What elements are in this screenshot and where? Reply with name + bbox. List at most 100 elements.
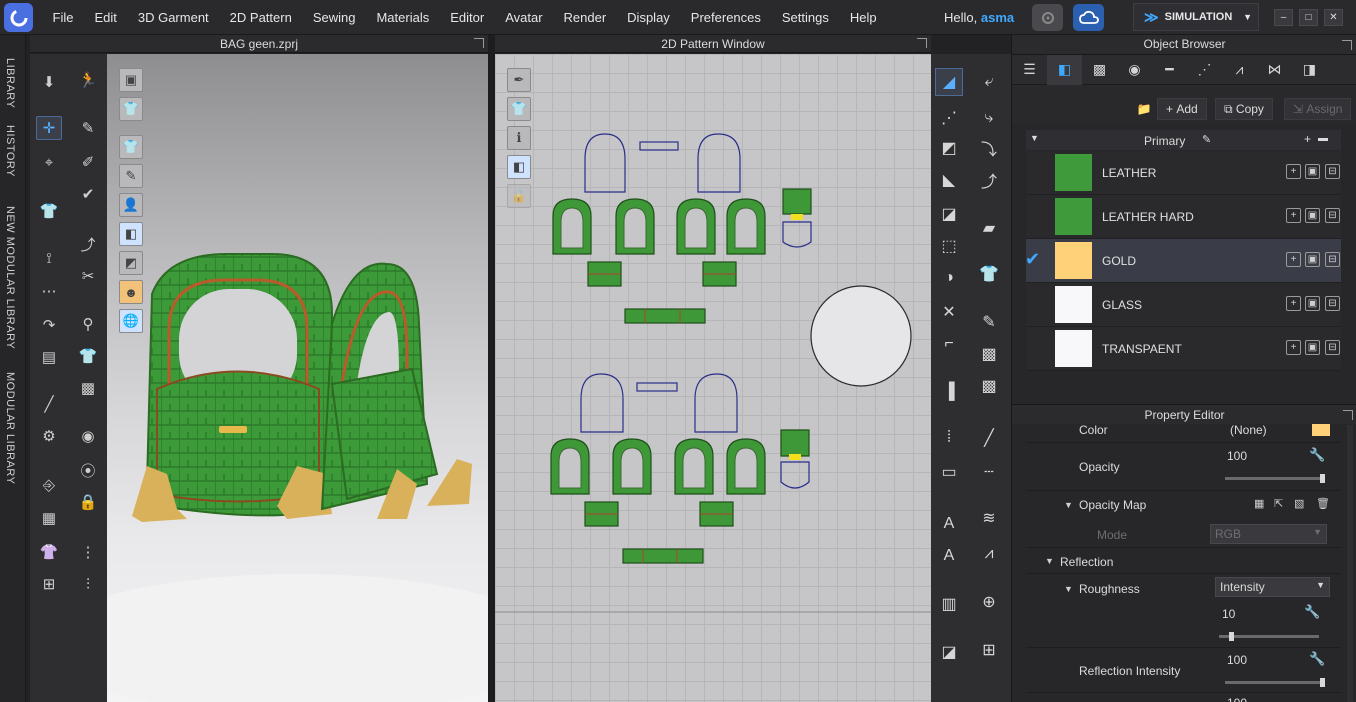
texture-tool-icon[interactable]: ▩ bbox=[75, 376, 101, 400]
apply-icon[interactable]: ▣ bbox=[1305, 208, 1320, 223]
maximize-icon[interactable] bbox=[474, 38, 484, 48]
apply-icon[interactable]: ▣ bbox=[1305, 252, 1320, 267]
measure-line-icon[interactable]: ▭ bbox=[935, 458, 963, 486]
zipper-tab-icon[interactable]: ⋈ bbox=[1257, 55, 1292, 85]
assign-button[interactable]: ⇲ Assign bbox=[1284, 98, 1352, 120]
button-tab-icon[interactable]: ◉ bbox=[1117, 55, 1152, 85]
cut-tool-icon[interactable]: ✂ bbox=[75, 264, 101, 288]
folder-icon[interactable]: 📁 bbox=[1134, 98, 1154, 120]
internal-shape-icon[interactable]: ⬚ bbox=[935, 232, 963, 260]
menu-2d-pattern[interactable]: 2D Pattern bbox=[219, 0, 302, 35]
wrench-icon[interactable]: 🔧 bbox=[1309, 447, 1325, 463]
mode-selector[interactable]: ≫ SIMULATION ▼ bbox=[1133, 3, 1259, 31]
graphic-tab-icon[interactable]: ▩ bbox=[1082, 55, 1117, 85]
fold-arrange-icon[interactable]: ▐ bbox=[935, 378, 963, 406]
expand-arrow-icon[interactable]: ▼ bbox=[1064, 584, 1073, 594]
roughness-value[interactable]: 10 bbox=[1222, 607, 1235, 621]
puckering-icon[interactable]: ⊕ bbox=[975, 588, 1003, 616]
share-button[interactable] bbox=[1032, 4, 1063, 31]
menu-display[interactable]: Display bbox=[617, 0, 681, 35]
apply-icon[interactable]: ▣ bbox=[1305, 340, 1320, 355]
open-file-icon[interactable]: ⇱ bbox=[1274, 497, 1283, 510]
menu-avatar[interactable]: Avatar bbox=[495, 0, 553, 35]
material-group-header[interactable]: ▼ Primary ✎ + ▬ bbox=[1026, 130, 1341, 150]
gift-icon[interactable]: ⊞ bbox=[36, 572, 62, 596]
stitch-icon[interactable]: ⩘ bbox=[975, 540, 1003, 568]
delete-icon[interactable]: ⊟ bbox=[1325, 340, 1340, 355]
buttonhole-icon[interactable]: ⦿ bbox=[75, 458, 101, 482]
wrench-icon[interactable]: 🔧 bbox=[1304, 604, 1320, 620]
rectangle-icon[interactable]: ◣ bbox=[935, 166, 963, 194]
delete-icon[interactable]: ⊟ bbox=[1325, 252, 1340, 267]
transform-icon[interactable]: ◩ bbox=[935, 134, 963, 162]
dart-icon[interactable]: ◑ bbox=[935, 264, 963, 292]
trim-tab-icon[interactable]: ◨ bbox=[1292, 55, 1327, 85]
delete-icon[interactable]: ⊟ bbox=[1325, 296, 1340, 311]
select-mesh-icon[interactable]: ⌖ bbox=[36, 150, 62, 174]
zigzag-icon[interactable]: ≋ bbox=[975, 504, 1003, 532]
measure-icon[interactable]: ⋯ bbox=[36, 279, 62, 303]
mode-select[interactable]: RGB ▼ bbox=[1210, 524, 1327, 544]
copy-button[interactable]: ⧉ Copy bbox=[1215, 98, 1273, 120]
material-row[interactable]: GLASS + ▣ ⊟ bbox=[1026, 283, 1341, 327]
layer-icon[interactable]: ◪ bbox=[935, 638, 963, 666]
text-icon[interactable]: A bbox=[935, 510, 963, 538]
fitting-icon[interactable]: ⚙ bbox=[36, 424, 62, 448]
segment-sew-icon[interactable]: ✕ bbox=[935, 298, 963, 326]
pen-tool-icon[interactable]: ✐ bbox=[75, 150, 101, 174]
tab-history[interactable]: HISTORY bbox=[4, 125, 16, 177]
material-row-selected[interactable]: ✔ GOLD + ▣ ⊟ bbox=[1025, 239, 1341, 283]
apply-icon[interactable]: ▣ bbox=[1305, 296, 1320, 311]
line-icon[interactable]: ╱ bbox=[36, 392, 62, 416]
m-n-sew-icon[interactable]: ⤵ bbox=[975, 134, 1003, 162]
lock-tool-icon[interactable]: 🔒 bbox=[75, 490, 101, 514]
tape-icon[interactable]: ▤ bbox=[36, 345, 62, 369]
iron-icon[interactable]: ▰ bbox=[975, 214, 1003, 242]
panel-divider[interactable] bbox=[488, 35, 495, 702]
add-to-pattern-icon[interactable]: + bbox=[1286, 340, 1301, 355]
app-logo-icon[interactable] bbox=[4, 3, 33, 32]
menu-sewing[interactable]: Sewing bbox=[302, 0, 366, 35]
topstitch-tab-icon[interactable]: ⋰ bbox=[1187, 55, 1222, 85]
check-sew-icon[interactable]: ⤴ bbox=[975, 166, 1003, 194]
add-button[interactable]: + Add bbox=[1157, 98, 1207, 120]
shirt-icon[interactable]: 👚 bbox=[36, 540, 62, 564]
add-to-pattern-icon[interactable]: + bbox=[1286, 164, 1301, 179]
avatar-pose-icon[interactable]: 🏃 bbox=[75, 68, 101, 92]
zipper-slider-icon[interactable]: ⫶ bbox=[75, 572, 101, 596]
maximize-icon[interactable] bbox=[917, 38, 927, 48]
menu-edit[interactable]: Edit bbox=[84, 0, 127, 35]
zipper-icon[interactable]: ⋮ bbox=[75, 540, 101, 564]
menu-render[interactable]: Render bbox=[553, 0, 617, 35]
add-to-pattern-icon[interactable]: + bbox=[1286, 296, 1301, 311]
opacity-value[interactable]: 100 bbox=[1227, 449, 1247, 463]
tab-modular-library[interactable]: MODULAR LIBRARY bbox=[4, 372, 16, 484]
menu-materials[interactable]: Materials bbox=[366, 0, 440, 35]
collapse-arrow-icon[interactable]: ▼ bbox=[1030, 133, 1039, 143]
buttonhole-tab-icon[interactable]: ━ bbox=[1152, 55, 1187, 85]
trash-icon[interactable]: 🗑 bbox=[1316, 497, 1330, 510]
sewing-icon[interactable]: ⤶ bbox=[975, 68, 1003, 96]
add-to-pattern-icon[interactable]: + bbox=[1286, 252, 1301, 267]
shirt-tool-icon[interactable]: 👕 bbox=[75, 344, 101, 368]
grid-icon[interactable]: ▥ bbox=[935, 590, 963, 618]
3d-viewport[interactable]: ▣ 👕 👕 ✎ 👤 ◧ ◩ ☻ 🌐 bbox=[107, 54, 488, 702]
fold-icon[interactable]: ↷ bbox=[36, 313, 62, 337]
roughness-slider[interactable] bbox=[1219, 632, 1319, 641]
tuck-icon[interactable]: ▦ bbox=[36, 506, 62, 530]
fabric-tab-icon[interactable]: ◧ bbox=[1047, 54, 1082, 85]
edit-point-icon[interactable]: ⋰ bbox=[935, 104, 963, 132]
button-place-icon[interactable]: ◉ bbox=[75, 424, 101, 448]
dashed-line-icon[interactable]: ┄ bbox=[975, 458, 1003, 486]
username[interactable]: asma bbox=[981, 10, 1014, 25]
cloud-button[interactable] bbox=[1073, 4, 1104, 31]
menu-preferences[interactable]: Preferences bbox=[680, 0, 771, 35]
maximize-icon[interactable] bbox=[1343, 410, 1353, 420]
tab-new-modular-library[interactable]: NEW MODULAR LIBRARY bbox=[4, 206, 16, 349]
maximize-icon[interactable] bbox=[1342, 40, 1352, 50]
delete-icon[interactable]: ⊟ bbox=[1325, 164, 1340, 179]
add-group-icon[interactable]: + bbox=[1304, 132, 1311, 146]
ruler-icon[interactable]: ⦙ bbox=[935, 424, 963, 452]
menu-help[interactable]: Help bbox=[839, 0, 887, 35]
minimize-button[interactable]: – bbox=[1274, 9, 1293, 26]
